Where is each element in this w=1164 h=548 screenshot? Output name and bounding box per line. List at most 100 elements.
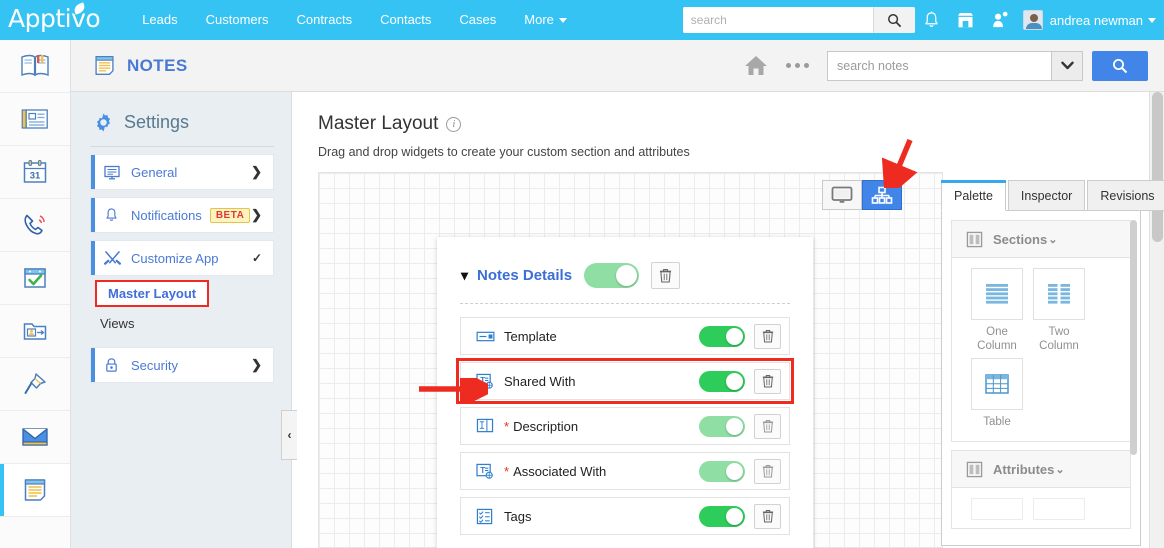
tab-palette[interactable]: Palette — [941, 180, 1006, 211]
ellipsis-icon — [803, 63, 809, 68]
field-toggle[interactable] — [699, 460, 745, 482]
sidebar-item-customize-app[interactable]: Customize App ✓ — [90, 240, 274, 276]
nav-item-more[interactable]: More — [510, 0, 581, 40]
contact-folder-icon — [23, 323, 47, 340]
sidebar-item-label: Security — [131, 357, 178, 373]
sidebar-item-label: General — [131, 164, 178, 180]
field-label: Template — [504, 328, 557, 344]
nav-item-customers[interactable]: Customers — [192, 0, 283, 40]
phone-call-icon — [24, 214, 45, 235]
field-toggle[interactable] — [699, 415, 745, 437]
palette-group-sections: Sections ⌄ One Column Two Column Table — [951, 220, 1131, 443]
journal-icon — [21, 54, 49, 77]
palette-scrollbar[interactable] — [1130, 220, 1137, 455]
palette-item-attribute[interactable] — [966, 498, 1028, 521]
sidebar-item-security[interactable]: Security ❯ — [90, 347, 274, 383]
desktop-view-icon — [831, 186, 853, 203]
nav-item-contacts[interactable]: Contacts — [366, 0, 445, 40]
search-scope-dropdown[interactable] — [1051, 50, 1083, 81]
field-delete-button[interactable] — [754, 503, 781, 529]
notes-search-button[interactable] — [1092, 50, 1148, 81]
hierarchy-view-button[interactable] — [862, 180, 902, 210]
palette-item-two-column[interactable]: Two Column — [1028, 268, 1090, 354]
sidebar-item-notifications[interactable]: Notifications BETA ❯ — [90, 197, 274, 233]
master-layout-title-wrap: Master Layout i — [292, 92, 1156, 135]
search-notes-input[interactable] — [827, 50, 1051, 81]
home-button[interactable] — [737, 47, 775, 85]
toggle-knob — [726, 507, 743, 525]
nav-item-leads[interactable]: Leads — [128, 0, 191, 40]
toggle-knob — [616, 265, 638, 286]
toggle-knob — [726, 417, 743, 435]
rail-item-contacts-folder[interactable] — [0, 305, 70, 358]
sidebar-item-general[interactable]: General ❯ — [90, 154, 274, 190]
sidebar-collapse-handle[interactable]: ‹ — [281, 410, 297, 460]
add-user-button[interactable] — [983, 0, 1017, 40]
field-delete-button[interactable] — [754, 368, 781, 394]
page-scrollbar[interactable] — [1149, 92, 1164, 548]
field-delete-button[interactable] — [754, 413, 781, 439]
chevron-down-icon — [1148, 17, 1156, 23]
palette-group-sections-header[interactable]: Sections ⌄ — [952, 221, 1130, 258]
field-delete-button[interactable] — [754, 458, 781, 484]
sidebar-item-master-layout[interactable]: Master Layout — [95, 279, 274, 307]
rail-item-email[interactable] — [0, 411, 70, 464]
rail-item-journal[interactable] — [0, 40, 70, 93]
logo-text: Apptivo — [8, 4, 101, 33]
trash-icon — [762, 510, 773, 523]
field-label: Tags — [504, 508, 532, 524]
lock-icon — [104, 357, 122, 373]
field-toggle[interactable] — [699, 325, 745, 347]
module-header: NOTES — [71, 40, 1164, 92]
nav-item-cases[interactable]: Cases — [445, 0, 510, 40]
apptivo-logo[interactable]: Apptivo — [8, 2, 101, 34]
search-icon — [887, 13, 901, 27]
desktop-view-button[interactable] — [822, 180, 862, 210]
sidebar-subitem-label: Master Layout — [95, 279, 210, 307]
rail-item-calendar[interactable]: 31 — [0, 146, 70, 199]
gear-icon — [96, 113, 111, 132]
notifications-button[interactable] — [915, 0, 949, 40]
rail-item-tasks[interactable] — [0, 252, 70, 305]
field-toggle[interactable] — [699, 505, 745, 527]
section-delete-button[interactable] — [651, 262, 681, 289]
field-delete-button[interactable] — [754, 323, 781, 349]
app-rail: 31 — [0, 40, 71, 548]
chevron-down-icon: ⌄ — [1055, 463, 1065, 476]
search-input[interactable] — [682, 7, 873, 33]
ellipsis-icon — [785, 63, 791, 68]
palette-item-one-column[interactable]: One Column — [966, 268, 1028, 354]
section-toggle[interactable] — [584, 263, 640, 288]
field-row-description[interactable]: * Description — [460, 407, 790, 445]
user-menu[interactable]: andrea newman — [1022, 10, 1156, 30]
chevron-down-icon[interactable]: ▾ — [461, 267, 468, 284]
field-toggle[interactable] — [699, 370, 745, 392]
field-row-template[interactable]: Template — [460, 317, 790, 355]
info-icon[interactable]: i — [446, 116, 462, 132]
field-row-shared-with[interactable]: T Shared With — [456, 358, 794, 404]
tab-inspector[interactable]: Inspector — [1007, 180, 1086, 211]
search-button[interactable] — [872, 7, 915, 33]
nav-item-contracts[interactable]: Contracts — [282, 0, 366, 40]
field-list: Template T Shared With * Description T *… — [437, 304, 813, 535]
tab-label: Palette — [954, 189, 993, 203]
rail-item-notes[interactable] — [0, 464, 70, 517]
rail-item-calls[interactable] — [0, 199, 70, 252]
app-store-button[interactable] — [949, 0, 983, 40]
rail-item-news[interactable] — [0, 93, 70, 146]
svg-text:T: T — [480, 376, 485, 385]
text-link-field-icon: T — [475, 373, 495, 389]
rail-item-pin[interactable] — [0, 358, 70, 411]
palette-item-label: One Column — [977, 326, 1017, 353]
page-scrollbar-thumb[interactable] — [1152, 92, 1163, 242]
palette-item-table[interactable]: Table — [966, 357, 1028, 429]
sidebar-item-views[interactable]: Views — [100, 310, 274, 336]
tab-revisions[interactable]: Revisions — [1087, 180, 1164, 211]
palette-item-attribute[interactable] — [1028, 498, 1090, 521]
field-row-associated-with[interactable]: T * Associated With — [460, 452, 790, 490]
more-options-button[interactable] — [775, 63, 819, 68]
field-row-tags[interactable]: Tags — [460, 497, 790, 535]
palette-group-title: Attributes — [993, 461, 1055, 477]
one-column-icon — [971, 268, 1023, 320]
palette-group-attributes-header[interactable]: Attributes ⌄ — [952, 451, 1130, 489]
